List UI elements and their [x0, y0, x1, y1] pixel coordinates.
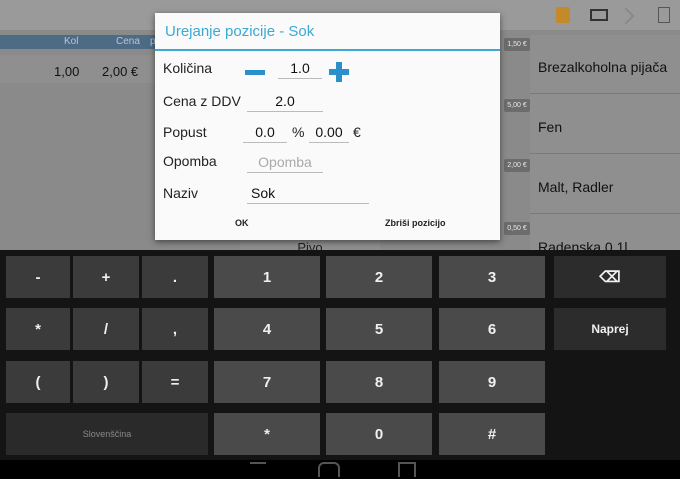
numeric-keyboard: - + . 1 2 3 ⌫ * / , 4 5 6 Naprej ( ) = 7… [0, 250, 680, 460]
opomba-label: Opomba [163, 153, 217, 169]
key-1[interactable]: 1 [214, 256, 320, 298]
key-8[interactable]: 8 [326, 361, 432, 403]
notification-icon [556, 7, 570, 23]
naziv-label: Naziv [163, 185, 199, 201]
euro-sign: € [353, 124, 361, 140]
popust-percent-input[interactable]: 0.0 [243, 122, 287, 143]
decrease-button[interactable] [245, 70, 265, 75]
navigation-bar [0, 460, 680, 479]
wifi-icon [617, 7, 635, 25]
opomba-input[interactable]: Opomba [247, 152, 323, 173]
key-hash[interactable]: # [439, 413, 545, 455]
key-plus[interactable]: + [73, 256, 139, 298]
header-cena: Cena [116, 36, 140, 47]
key-6[interactable]: 6 [439, 308, 545, 350]
key-7[interactable]: 7 [214, 361, 320, 403]
list-item[interactable]: Malt, Radler [530, 155, 680, 214]
key-9[interactable]: 9 [439, 361, 545, 403]
list-item[interactable]: Fen [530, 95, 680, 154]
popust-label: Popust [163, 124, 207, 140]
key-minus[interactable]: - [6, 256, 70, 298]
key-comma[interactable]: , [142, 308, 208, 350]
key-period[interactable]: . [142, 256, 208, 298]
kolicina-label: Količina [163, 60, 213, 76]
back-icon[interactable] [250, 462, 266, 477]
key-slash[interactable]: / [73, 308, 139, 350]
table-header: Kol Cena p [0, 35, 160, 49]
dialog-title: Urejanje pozicije - Sok [165, 23, 315, 40]
key-asterisk[interactable]: * [6, 308, 70, 350]
key-open-paren[interactable]: ( [6, 361, 70, 403]
price-tag: 2,00 € [504, 159, 530, 172]
price-tag: 1,50 € [504, 38, 530, 51]
menu-icon[interactable] [658, 7, 670, 23]
recent-apps-icon[interactable] [398, 462, 416, 477]
item-name: Fen [538, 119, 563, 135]
price-tag: 5,00 € [504, 99, 530, 112]
kolicina-input[interactable]: 1.0 [278, 58, 322, 79]
key-star[interactable]: * [214, 413, 320, 455]
cena-input[interactable]: 2.0 [247, 91, 323, 112]
next-button[interactable]: Naprej [554, 308, 666, 350]
table-row[interactable]: 1,00 2,00 € [0, 55, 160, 83]
edit-item-dialog: Urejanje pozicije - Sok Količina 1.0 Cen… [155, 13, 500, 240]
key-2[interactable]: 2 [326, 256, 432, 298]
item-name: Brezalkoholna pijača [538, 59, 668, 75]
price-tag: 0,50 € [504, 222, 530, 235]
list-item[interactable]: Radenska 0,1l [530, 215, 680, 251]
delete-item-button[interactable]: Zbriši pozicijo [385, 218, 446, 228]
backspace-icon: ⌫ [599, 269, 621, 286]
row-qty: 1,00 [54, 64, 80, 79]
key-equals[interactable]: = [142, 361, 208, 403]
cena-label: Cena z DDV [163, 93, 241, 109]
naziv-input[interactable]: Sok [247, 183, 369, 204]
header-kol: Kol [64, 36, 79, 47]
key-3[interactable]: 3 [439, 256, 545, 298]
key-0[interactable]: 0 [326, 413, 432, 455]
key-5[interactable]: 5 [326, 308, 432, 350]
backspace-button[interactable]: ⌫ [554, 256, 666, 298]
increase-button[interactable] [329, 62, 349, 82]
home-icon[interactable] [318, 462, 340, 477]
list-item[interactable]: Brezalkoholna pijača [530, 35, 680, 94]
ok-button[interactable]: OK [235, 218, 249, 228]
battery-icon [590, 9, 608, 21]
key-close-paren[interactable]: ) [73, 361, 139, 403]
item-name: Malt, Radler [538, 179, 614, 195]
percent-sign: % [292, 124, 305, 140]
row-price: 2,00 € [102, 64, 139, 79]
title-divider [155, 49, 500, 51]
language-button[interactable]: Slovenščina [6, 413, 208, 455]
key-4[interactable]: 4 [214, 308, 320, 350]
popust-amount-input[interactable]: 0.00 [309, 122, 349, 143]
